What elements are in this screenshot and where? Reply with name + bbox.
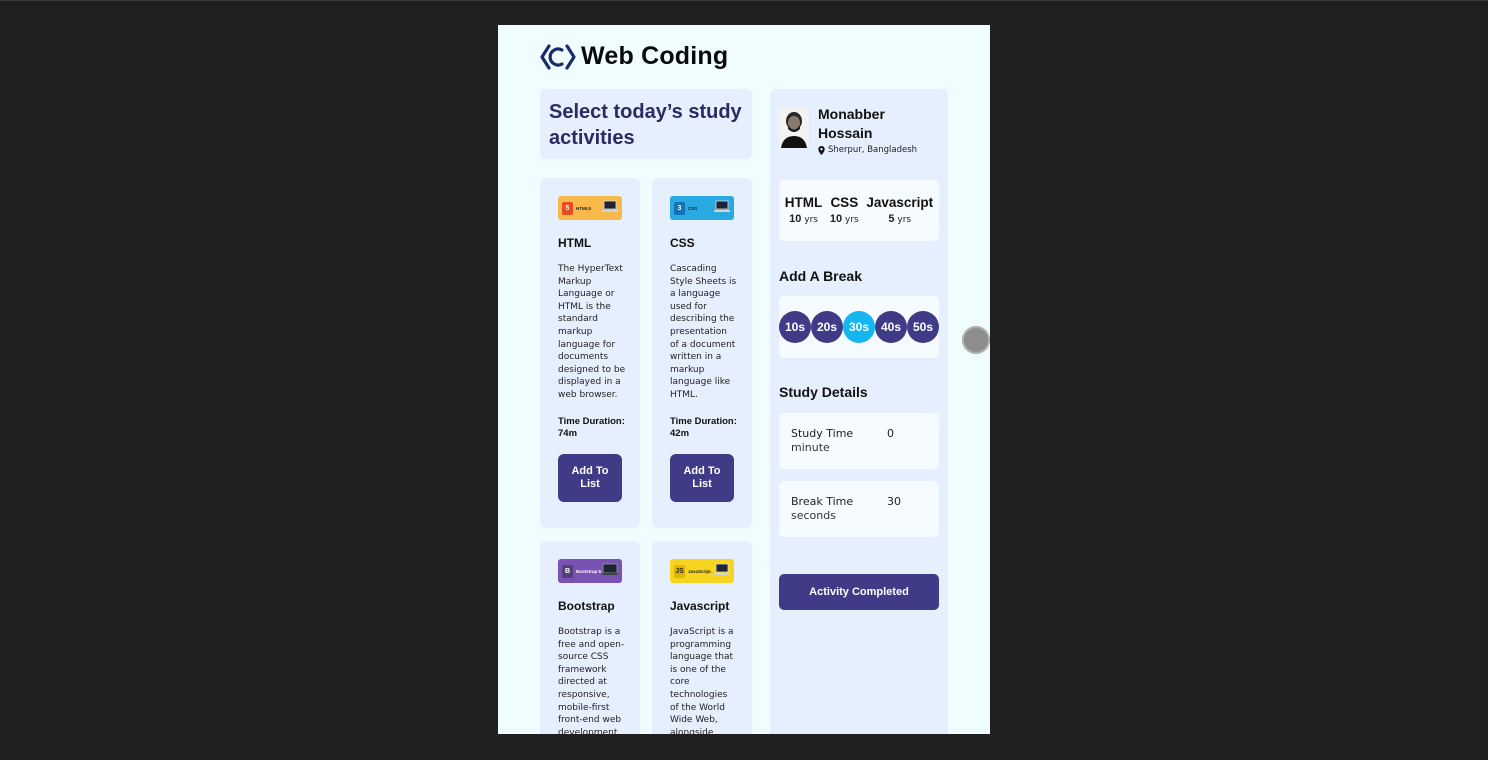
activity-card-javascript: JS JavaScript Javascript JavaScript is a… — [652, 541, 752, 734]
brand-logo[interactable]: Web Coding — [540, 42, 728, 71]
card-title: Javascript — [670, 599, 730, 613]
skill-name: CSS — [830, 195, 859, 210]
break-time-box: Break Time 30 seconds — [779, 481, 939, 537]
break-option-20s[interactable]: 20s — [811, 311, 843, 343]
profile-location: Sherpur, Bangladesh — [818, 145, 918, 155]
years-value: 10 — [829, 213, 843, 225]
break-section-title: Add A Break — [779, 268, 862, 284]
window-top-border — [0, 0, 1488, 1]
time-value: 42m — [670, 428, 690, 440]
thumb-label: Bootstrap 5 — [576, 568, 602, 574]
skill-name: HTML — [784, 195, 823, 210]
study-time-label: Study Time — [791, 427, 854, 440]
activity-card-html: 5 HTML5 HTML The HyperText Markup Langua… — [540, 178, 640, 528]
study-time-box: Study Time 0 minute — [779, 413, 939, 469]
break-time-label: Break Time — [791, 495, 854, 508]
page: Web Coding Select today’s study activiti… — [498, 25, 990, 734]
years-unit: yrs — [897, 215, 912, 225]
activity-card-css: 3 CSS CSS Cascading Style Sheets is a la… — [652, 178, 752, 528]
laptop-icon — [602, 200, 618, 212]
card-time-duration: Time Duration: 74m — [558, 416, 626, 441]
profile-sidebar: Monabber Hossain Sherpur, Bangladesh HTM… — [770, 89, 948, 734]
card-title: Bootstrap — [558, 599, 615, 613]
location-pin-icon — [818, 145, 825, 155]
skills-summary: HTML 10 yrs CSS 10 yrs Javascript 5 yrs — [779, 180, 939, 241]
add-to-list-button[interactable]: Add To List — [558, 453, 622, 502]
activity-completed-button[interactable]: Activity Completed — [779, 574, 939, 610]
activity-card-bootstrap: B Bootstrap 5 Bootstrap Bootstrap is a f… — [540, 541, 640, 734]
card-thumbnail: JS JavaScript — [670, 559, 734, 583]
skill-name: Javascript — [866, 195, 934, 210]
skill-years: 10 yrs — [830, 213, 859, 225]
card-description: Cascading Style Sheets is a language use… — [670, 264, 737, 400]
card-thumbnail: B Bootstrap 5 — [558, 559, 622, 583]
card-thumbnail: 3 CSS — [670, 196, 734, 220]
activities-heading-box: Select today’s study activities — [540, 89, 752, 159]
html5-logo-icon: 5 — [562, 201, 573, 215]
skill-years: 5 yrs — [866, 213, 933, 225]
study-time-unit: minute — [791, 441, 830, 454]
years-value: 10 — [789, 213, 802, 225]
brand-name: Web Coding — [581, 42, 729, 70]
break-option-40s[interactable]: 40s — [875, 311, 907, 343]
study-details-title: Study Details — [779, 384, 868, 400]
laptop-icon — [602, 563, 618, 575]
years-value: 5 — [888, 213, 895, 225]
card-description: JavaScript is a programming language tha… — [670, 627, 734, 734]
time-label: Time Duration: — [670, 415, 737, 427]
skill-css: CSS 10 yrs — [830, 180, 859, 241]
skill-years: 10 yrs — [785, 213, 823, 225]
card-thumbnail: 5 HTML5 — [558, 196, 622, 220]
profile-name: Monabber Hossain — [818, 106, 885, 141]
code-brackets-icon — [540, 43, 576, 70]
profile-header: Monabber Hossain Sherpur, Bangladesh — [779, 105, 918, 155]
thumb-label: CSS — [688, 205, 698, 211]
javascript-logo-icon: JS — [674, 564, 685, 578]
css3-logo-icon: 3 — [674, 201, 685, 215]
break-time-value: 30 — [887, 495, 901, 508]
study-time-value: 0 — [887, 427, 894, 440]
card-description: Bootstrap is a free and open-source CSS … — [558, 627, 625, 734]
avatar — [779, 108, 809, 148]
page-title: Select today’s study activities — [549, 101, 742, 149]
thumb-label: HTML5 — [576, 205, 591, 211]
skill-javascript: Javascript 5 yrs — [866, 180, 933, 241]
break-time-unit: seconds — [791, 509, 836, 522]
card-title: CSS — [670, 236, 695, 250]
card-title: HTML — [558, 236, 592, 250]
card-time-duration: Time Duration: 42m — [670, 416, 738, 441]
time-label: Time Duration: — [558, 415, 625, 427]
time-value: 74m — [558, 428, 578, 440]
card-description: The HyperText Markup Language or HTML is… — [558, 264, 626, 400]
thumb-label: JavaScript — [688, 568, 711, 574]
add-to-list-button[interactable]: Add To List — [670, 453, 734, 502]
skill-html: HTML 10 yrs — [785, 180, 823, 241]
break-option-10s[interactable]: 10s — [779, 311, 811, 343]
break-option-30s[interactable]: 30s — [843, 311, 875, 343]
years-unit: yrs — [845, 215, 859, 225]
break-options: 10s 20s 30s 40s 50s — [779, 296, 939, 358]
laptop-icon — [714, 563, 730, 575]
touch-cursor — [962, 326, 990, 354]
years-unit: yrs — [804, 215, 818, 225]
break-option-50s[interactable]: 50s — [907, 311, 939, 343]
bootstrap-logo-icon: B — [562, 564, 573, 578]
laptop-icon — [714, 200, 730, 212]
location-text: Sherpur, Bangladesh — [828, 145, 918, 155]
